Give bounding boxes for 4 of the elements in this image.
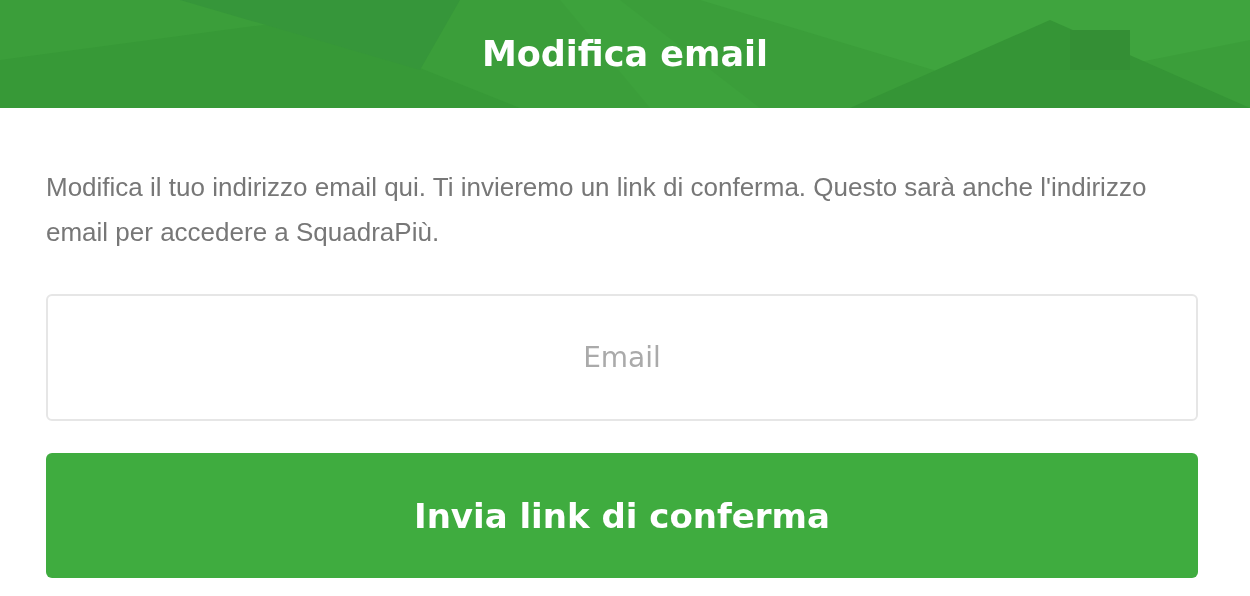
description-text: Modifica il tuo indirizzo email qui. Ti invieremo un link di conferma. Questo sarà anche l'indirizzo email per accedere a SquadraPiù.	[46, 171, 1148, 249]
page-title: Modifica email	[481, 34, 769, 74]
send-confirmation-button[interactable]: Invia link di conferma	[46, 453, 1198, 578]
email-field[interactable]: Email	[46, 294, 1198, 421]
